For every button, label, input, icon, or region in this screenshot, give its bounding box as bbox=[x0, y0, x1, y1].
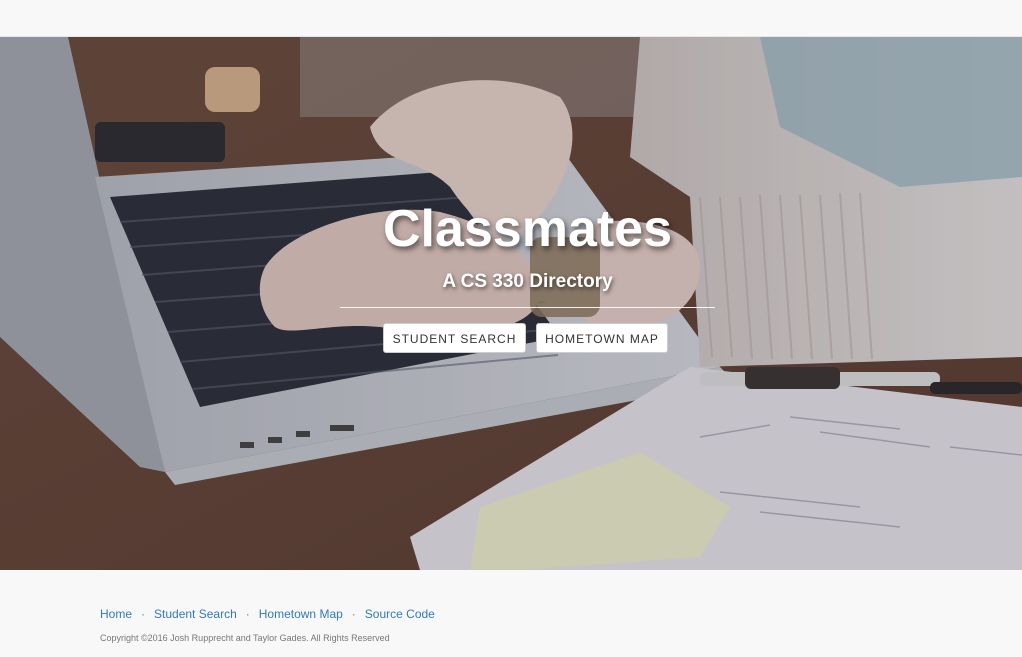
footer-link-student-search[interactable]: Student Search bbox=[154, 607, 237, 621]
footer-separator: · bbox=[141, 607, 146, 621]
copyright-text: Copyright ©2016 Josh Rupprecht and Taylo… bbox=[100, 633, 390, 643]
footer-link-source-code[interactable]: Source Code bbox=[365, 607, 435, 621]
footer-separator: · bbox=[351, 607, 356, 621]
footer: Home · Student Search · Hometown Map · Source … bbox=[0, 570, 1022, 657]
student-search-button[interactable]: STUDENT SEARCH bbox=[383, 323, 526, 353]
hero-section: Classmates A CS 330 Directory STUDENT SE… bbox=[0, 37, 1022, 570]
hero-overlay bbox=[0, 37, 1022, 570]
hero-subtitle: A CS 330 Directory bbox=[442, 271, 613, 292]
footer-links: Home · Student Search · Hometown Map · Source … bbox=[100, 607, 435, 621]
hometown-map-button[interactable]: HOMETOWN MAP bbox=[536, 323, 668, 353]
footer-link-home[interactable]: Home bbox=[100, 607, 132, 621]
top-navbar bbox=[0, 0, 1022, 37]
footer-separator: · bbox=[245, 607, 250, 621]
hero-divider bbox=[340, 307, 715, 308]
footer-link-hometown-map[interactable]: Hometown Map bbox=[259, 607, 343, 621]
hero-title: Classmates bbox=[382, 200, 673, 258]
